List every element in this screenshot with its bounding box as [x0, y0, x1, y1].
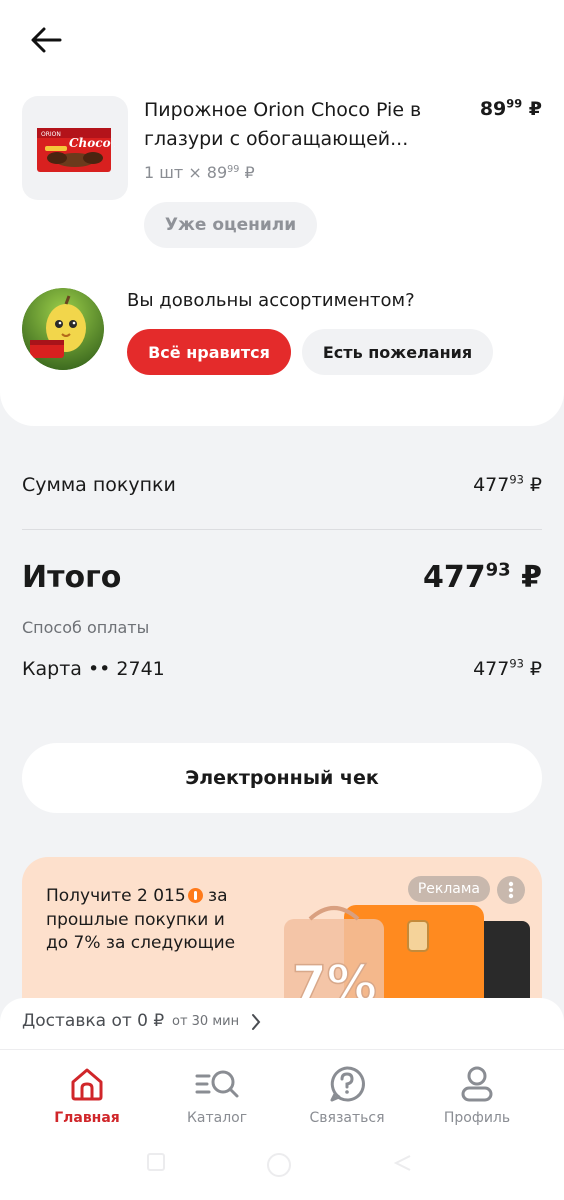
- chevron-right-icon: [252, 1014, 261, 1030]
- tab-contact-label: Связаться: [309, 1110, 385, 1126]
- profile-icon: [461, 1066, 493, 1102]
- tab-home[interactable]: Главная: [27, 1064, 147, 1126]
- payment-method-label: Способ оплаты: [22, 618, 150, 637]
- pear-mascot-icon: [22, 288, 104, 370]
- help-chat-icon: [330, 1066, 365, 1102]
- total-value: 47793 ₽: [423, 560, 542, 595]
- already-rated-chip: Уже оценили: [144, 202, 317, 248]
- delivery-info-bar[interactable]: Доставка от 0 ₽ от 30 мин: [0, 998, 564, 1050]
- box-maker-text: ORION: [41, 131, 61, 138]
- subtotal-value: 47793 ₽: [473, 474, 542, 496]
- product-quantity: 1 шт × 8999 ₽: [144, 163, 255, 182]
- product-thumbnail[interactable]: Choco Pie ORION: [22, 96, 128, 200]
- promo-text: Получите 2 015 за прошлые покупки и до 7…: [46, 885, 236, 956]
- back-button[interactable]: [28, 24, 64, 56]
- price-currency: ₽: [528, 98, 542, 120]
- suggestions-button[interactable]: Есть пожелания: [302, 329, 493, 375]
- summary-divider: [22, 529, 542, 530]
- bonus-coin-icon: [187, 888, 203, 903]
- tab-profile[interactable]: Профиль: [417, 1064, 537, 1126]
- all-good-button[interactable]: Всё нравится: [127, 329, 291, 375]
- subtotal-main: 477: [473, 474, 510, 496]
- promo-text-line1: Получите 2 015: [46, 886, 186, 906]
- feedback-question: Вы довольны ассортиментом?: [127, 290, 415, 311]
- total-label: Итого: [22, 560, 122, 595]
- card-currency: ₽: [529, 658, 542, 680]
- product-box-image: Choco Pie ORION: [37, 128, 115, 172]
- subtotal-currency: ₽: [529, 474, 542, 496]
- system-back-icon[interactable]: [392, 1152, 414, 1174]
- order-item-card: Choco Pie ORION Пирожное Orion Choco Pie…: [0, 0, 564, 426]
- total-kop: 93: [485, 559, 511, 581]
- price-kop: 99: [506, 96, 523, 111]
- qty-currency: ₽: [244, 163, 255, 182]
- home-icon: [71, 1068, 103, 1101]
- catalog-search-icon: [195, 1070, 239, 1098]
- card-kop: 93: [509, 656, 524, 671]
- total-main: 477: [422, 560, 486, 595]
- card-amount: 47793 ₽: [473, 658, 542, 680]
- tab-catalog-label: Каталог: [186, 1110, 248, 1126]
- card-label: Карта •• 2741: [22, 658, 165, 680]
- subtotal-kop: 93: [509, 472, 524, 487]
- product-name[interactable]: Пирожное Orion Choco Pie в глазури с обо…: [144, 96, 444, 154]
- delivery-price: Доставка от 0 ₽: [22, 1011, 165, 1031]
- price-main: 89: [479, 98, 507, 120]
- subtotal-label: Сумма покупки: [22, 474, 176, 496]
- more-options-button[interactable]: [497, 876, 525, 904]
- product-price: 8999 ₽: [480, 98, 542, 120]
- tab-profile-label: Профиль: [443, 1110, 511, 1126]
- box-brand-text: Choco Pie: [69, 136, 115, 150]
- mascot-avatar: [22, 288, 104, 370]
- tab-contact[interactable]: Связаться: [287, 1064, 407, 1126]
- qty-kop: 99: [227, 163, 240, 175]
- tab-home-label: Главная: [54, 1110, 120, 1126]
- ad-badge: Реклама: [407, 876, 490, 902]
- delivery-time: от 30 мин: [172, 1014, 240, 1029]
- qty-text: 1 шт × 89: [144, 163, 228, 182]
- recent-apps-icon[interactable]: [146, 1152, 166, 1172]
- kebab-menu-icon: [508, 881, 514, 899]
- tab-catalog[interactable]: Каталог: [157, 1064, 277, 1126]
- home-circle-icon[interactable]: [266, 1152, 292, 1178]
- electronic-receipt-button[interactable]: Электронный чек: [22, 743, 542, 813]
- total-currency: ₽: [521, 560, 542, 595]
- arrow-left-icon: [31, 27, 62, 53]
- card-main: 477: [473, 658, 510, 680]
